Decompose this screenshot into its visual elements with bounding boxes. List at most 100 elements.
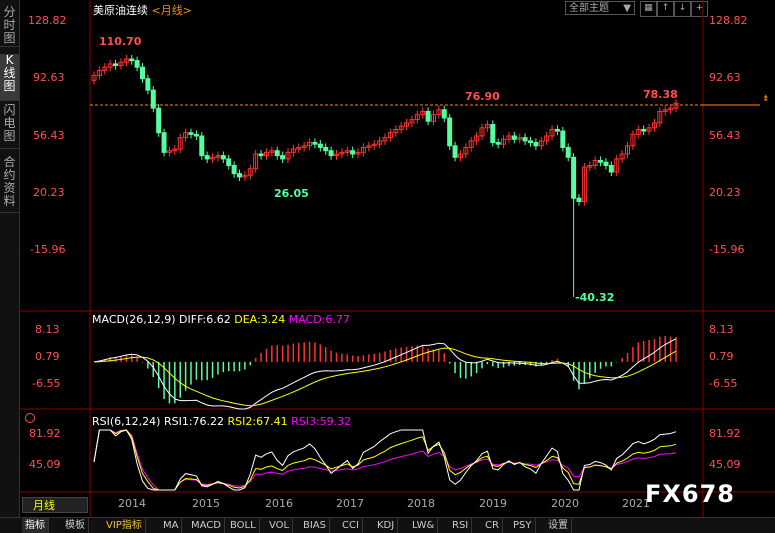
tab-vip-indicator[interactable]: VIP指标: [103, 518, 146, 533]
indicator-tab-bar: 指标 模板 VIP指标 MA MACD BOLL VOL BIAS CCI KD…: [0, 517, 775, 533]
price-tick-right-1: 128.82: [709, 14, 748, 27]
price-tick-right-3: 56.43: [709, 129, 741, 142]
candle-body: [576, 197, 582, 202]
candle-body: [528, 140, 533, 144]
macd-tick-right-3: -6.55: [709, 377, 738, 390]
rsi-tick-1: 81.92: [29, 427, 61, 440]
candle-body: [447, 117, 453, 147]
macd-dea: DEA:3.24: [234, 313, 286, 326]
tab-ma[interactable]: MA: [160, 518, 183, 533]
candle-body: [495, 142, 501, 145]
price-tick-right-2: 92.63: [709, 71, 741, 84]
rsi2-value: RSI2:67.41: [227, 415, 288, 428]
candle-body: [145, 78, 151, 91]
candle-body: [533, 142, 539, 147]
candle-body: [323, 146, 329, 152]
tab-lwr[interactable]: LW&: [409, 518, 439, 533]
candle-body: [204, 155, 210, 160]
macd-panel: [93, 336, 677, 410]
year-2015: 2015: [192, 497, 220, 510]
candle-body: [571, 156, 577, 199]
candle-body: [193, 133, 199, 137]
period-select[interactable]: 月线: [22, 497, 88, 513]
candle-body: [237, 173, 242, 178]
macd-diff: DIFF:6.62: [179, 313, 231, 326]
tab-cci[interactable]: CCI: [339, 518, 363, 533]
year-2020: 2020: [551, 497, 579, 510]
last-annotation: 78.38: [643, 88, 678, 101]
chart-canvas: [20, 0, 775, 517]
macd-title: MACD(26,12,9): [92, 313, 176, 326]
candle-body: [129, 58, 135, 62]
price-tick-5: -15.96: [30, 243, 66, 256]
candle-body: [280, 155, 286, 160]
candle-body: [226, 158, 232, 166]
price-tick-2: 92.63: [33, 71, 65, 84]
rsi1-value: RSI1:76.22: [163, 415, 225, 428]
candle-body: [603, 161, 609, 166]
candle-body: [312, 142, 318, 145]
low-annotation-2020: -40.32: [575, 291, 615, 304]
tab-settings[interactable]: 设置: [545, 518, 572, 533]
macd-tick-2: 0.79: [35, 350, 60, 363]
rsi-tick-right-2: 45.09: [709, 458, 741, 471]
candle-body: [156, 107, 162, 134]
year-2018: 2018: [407, 497, 435, 510]
macd-legend: MACD(26,12,9) DIFF:6.62 DEA:3.24 MACD:6.…: [92, 313, 350, 326]
price-tick-right-4: 20.23: [709, 186, 741, 199]
candle-body: [490, 124, 496, 144]
rsi-tick-2: 45.09: [29, 458, 61, 471]
candle-body: [452, 145, 458, 158]
candle-body: [441, 109, 447, 119]
candle-body: [274, 150, 280, 157]
candle-body: [161, 132, 167, 153]
candle-body: [188, 132, 194, 135]
candle-body: [231, 164, 237, 175]
scroll-arrow-icon[interactable]: ⇟: [762, 94, 770, 104]
tab-boll[interactable]: BOLL: [227, 518, 260, 533]
indicator-settings-icon[interactable]: [25, 413, 35, 423]
price-tick-3: 56.43: [33, 129, 65, 142]
candle-body: [522, 137, 528, 142]
year-2019: 2019: [479, 497, 507, 510]
candle-body: [565, 146, 571, 158]
tab-template[interactable]: 模板: [62, 518, 89, 533]
candle-body: [199, 135, 205, 157]
year-2017: 2017: [336, 497, 364, 510]
candle-body: [134, 60, 140, 68]
rsi-title: RSI(6,12,24): [92, 415, 161, 428]
price-tick-4: 20.23: [33, 186, 65, 199]
year-2014: 2014: [118, 497, 146, 510]
tab-psy[interactable]: PSY: [510, 518, 536, 533]
low-annotation-2016: 26.05: [274, 187, 309, 200]
tab-cr[interactable]: CR: [482, 518, 503, 533]
macd-tick-3: -6.55: [32, 377, 61, 390]
tab-bias[interactable]: BIAS: [300, 518, 330, 533]
rsi-tick-right-1: 81.92: [709, 427, 741, 440]
tab-kdj[interactable]: KDJ: [374, 518, 399, 533]
rsi-legend: RSI(6,12,24) RSI1:76.22 RSI2:67.41 RSI3:…: [92, 415, 351, 428]
candle-body: [641, 128, 647, 132]
tab-rsi[interactable]: RSI: [449, 518, 473, 533]
candle-body: [511, 135, 517, 140]
candle-body: [425, 110, 431, 122]
candle-body: [258, 153, 264, 157]
candle-body: [328, 150, 334, 157]
rsi2-line: [93, 429, 677, 491]
candle-body: [350, 150, 356, 155]
tab-vol[interactable]: VOL: [266, 518, 294, 533]
candle-body: [150, 89, 156, 109]
tab-indicator[interactable]: 指标: [22, 518, 49, 533]
candle-body: [560, 130, 566, 148]
candle-body: [317, 143, 323, 148]
candle-body: [554, 128, 560, 132]
mid-annotation: 76.90: [465, 90, 500, 103]
macd-tick-right-2: 0.79: [709, 350, 734, 363]
tab-macd[interactable]: MACD: [188, 518, 225, 533]
rsi-panel: [93, 429, 677, 491]
year-2016: 2016: [265, 497, 293, 510]
high-annotation: 110.70: [99, 35, 142, 48]
rsi3-value: RSI3:59.32: [291, 415, 352, 428]
macd-tick-1: 8.13: [35, 323, 60, 336]
price-tick-right-5: -15.96: [709, 243, 745, 256]
